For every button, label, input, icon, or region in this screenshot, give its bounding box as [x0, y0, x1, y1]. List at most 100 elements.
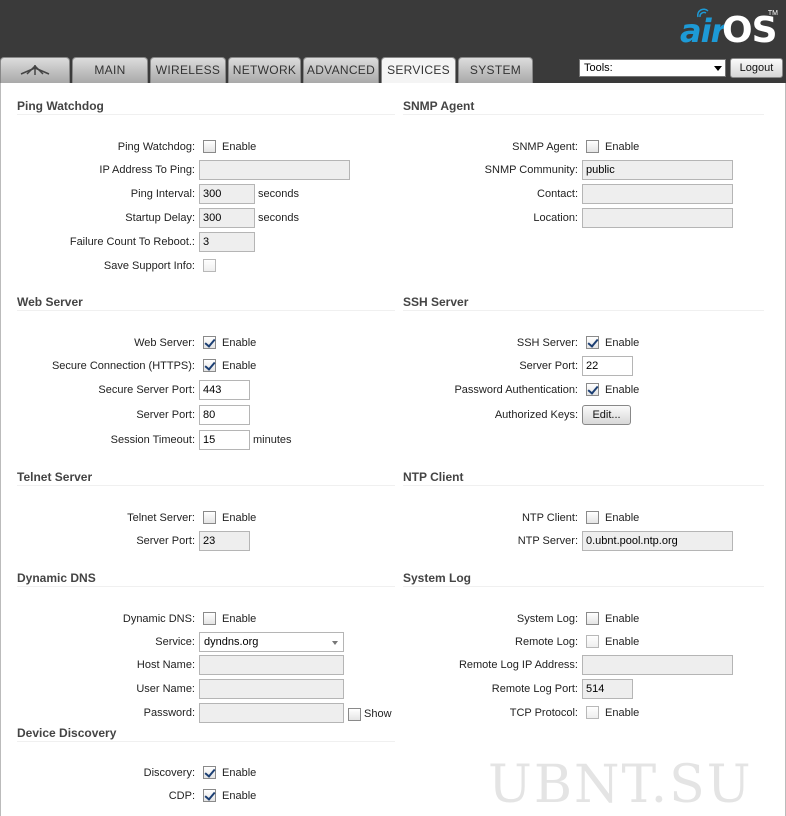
tcp-protocol-enable-label: Enable — [605, 707, 640, 719]
remote-log-ip-label: Remote Log IP Address: — [458, 659, 578, 671]
https-checkbox[interactable] — [203, 359, 216, 372]
telnet-port-input[interactable]: 23 — [199, 531, 250, 551]
edit-keys-button[interactable]: Edit... — [582, 405, 631, 425]
ip-address-label: IP Address To Ping: — [99, 164, 195, 176]
dynamic-dns-label: Dynamic DNS: — [122, 613, 195, 625]
snmp-community-input[interactable]: public — [582, 160, 733, 180]
ip-address-input[interactable] — [199, 160, 350, 180]
ping-watchdog-title: Ping Watchdog — [17, 99, 104, 113]
ntp-server-input[interactable]: 0.ubnt.pool.ntp.org — [582, 531, 733, 551]
ssh-server-title: SSH Server — [403, 295, 469, 309]
tools-select-value: Tools: — [584, 62, 613, 74]
ping-watchdog-checkbox[interactable] — [203, 140, 216, 153]
web-server-enable-label: Enable — [222, 337, 257, 349]
password-auth-enable-label: Enable — [605, 384, 640, 396]
discovery-enable-label: Enable — [222, 767, 257, 779]
discovery-checkbox[interactable] — [203, 766, 216, 779]
ping-interval-label: Ping Interval: — [130, 188, 195, 200]
host-name-input[interactable] — [199, 655, 344, 675]
startup-delay-input[interactable]: 300 — [199, 208, 255, 228]
ssh-port-input[interactable]: 22 — [582, 356, 633, 376]
show-password-checkbox[interactable] — [348, 708, 361, 721]
tab-system[interactable]: SYSTEM — [458, 57, 533, 83]
remote-log-port-input[interactable]: 514 — [582, 679, 633, 699]
web-server-checkbox[interactable] — [203, 336, 216, 349]
ntp-client-label: NTP Client: — [521, 512, 578, 524]
web-port-input[interactable]: 80 — [199, 405, 250, 425]
ubiquiti-antenna-icon — [20, 64, 50, 75]
web-server-label: Web Server: — [134, 337, 195, 349]
section-divider — [403, 586, 764, 587]
snmp-community-label: SNMP Community: — [484, 164, 578, 176]
snmp-agent-label: SNMP Agent: — [512, 141, 578, 153]
tools-select[interactable]: Tools: — [579, 59, 726, 77]
cdp-label: CDP: — [168, 790, 195, 802]
discovery-label: Discovery: — [143, 767, 195, 779]
chevron-down-icon — [332, 641, 338, 645]
system-log-title: System Log — [403, 571, 472, 585]
password-label: Password: — [143, 707, 195, 719]
contact-input[interactable] — [582, 184, 733, 204]
startup-delay-label: Startup Delay: — [125, 212, 195, 224]
session-timeout-unit: minutes — [253, 434, 292, 446]
contact-label: Contact: — [537, 188, 578, 200]
authorized-keys-label: Authorized Keys: — [494, 409, 578, 421]
tab-advanced[interactable]: ADVANCED — [303, 57, 379, 83]
tab-main[interactable]: MAIN — [72, 57, 148, 83]
show-password-label: Show — [364, 708, 392, 720]
cdp-checkbox[interactable] — [203, 789, 216, 802]
password-auth-label: Password Authentication: — [454, 384, 578, 396]
failure-count-input[interactable]: 3 — [199, 232, 255, 252]
dynamic-dns-checkbox[interactable] — [203, 612, 216, 625]
remote-log-checkbox[interactable] — [586, 635, 599, 648]
system-log-checkbox[interactable] — [586, 612, 599, 625]
tab-network[interactable]: NETWORK — [228, 57, 301, 83]
dynamic-dns-enable-label: Enable — [222, 613, 257, 625]
header-bar: air OS TM MAIN WIRELESS NETWORK ADVANCED… — [0, 0, 786, 84]
save-support-label: Save Support Info: — [103, 260, 195, 272]
location-input[interactable] — [582, 208, 733, 228]
tcp-protocol-checkbox[interactable] — [586, 706, 599, 719]
ntp-client-checkbox[interactable] — [586, 511, 599, 524]
location-label: Location: — [533, 212, 578, 224]
section-divider — [403, 114, 764, 115]
failure-count-label: Failure Count To Reboot.: — [69, 236, 195, 248]
remote-log-enable-label: Enable — [605, 636, 640, 648]
ssh-server-label: SSH Server: — [516, 337, 578, 349]
system-log-enable-label: Enable — [605, 613, 640, 625]
remote-log-label: Remote Log: — [515, 636, 578, 648]
remote-log-port-label: Remote Log Port: — [491, 683, 578, 695]
snmp-agent-checkbox[interactable] — [586, 140, 599, 153]
https-label: Secure Connection (HTTPS): — [51, 360, 195, 372]
ping-interval-input[interactable]: 300 — [199, 184, 255, 204]
remote-log-ip-input[interactable] — [582, 655, 733, 675]
logout-button[interactable]: Logout — [730, 58, 783, 78]
password-input[interactable] — [199, 703, 344, 723]
secure-port-input[interactable]: 443 — [199, 380, 250, 400]
tab-wireless[interactable]: WIRELESS — [150, 57, 226, 83]
service-select-value: dyndns.org — [204, 636, 259, 648]
airos-logo: air OS TM — [678, 8, 778, 51]
system-log-label: System Log: — [516, 613, 578, 625]
user-name-input[interactable] — [199, 679, 344, 699]
ssh-server-enable-label: Enable — [605, 337, 640, 349]
save-support-checkbox[interactable] — [203, 259, 216, 272]
dynamic-dns-title: Dynamic DNS — [17, 571, 96, 585]
section-divider — [17, 586, 395, 587]
service-select[interactable]: dyndns.org — [199, 632, 344, 652]
ssh-server-checkbox[interactable] — [586, 336, 599, 349]
snmp-agent-title: SNMP Agent — [403, 99, 475, 113]
tab-services[interactable]: SERVICES — [381, 57, 456, 84]
web-server-title: Web Server — [17, 295, 83, 309]
ping-interval-unit: seconds — [258, 188, 299, 200]
telnet-server-checkbox[interactable] — [203, 511, 216, 524]
password-auth-checkbox[interactable] — [586, 383, 599, 396]
section-divider — [17, 485, 395, 486]
session-timeout-input[interactable]: 15 — [199, 430, 250, 450]
cdp-enable-label: Enable — [222, 790, 257, 802]
secure-port-label: Secure Server Port: — [98, 384, 195, 396]
tab-ubiquiti-logo[interactable] — [0, 57, 70, 83]
section-divider — [17, 310, 395, 311]
ping-watchdog-enable-label: Enable — [222, 141, 257, 153]
section-divider — [17, 741, 395, 742]
